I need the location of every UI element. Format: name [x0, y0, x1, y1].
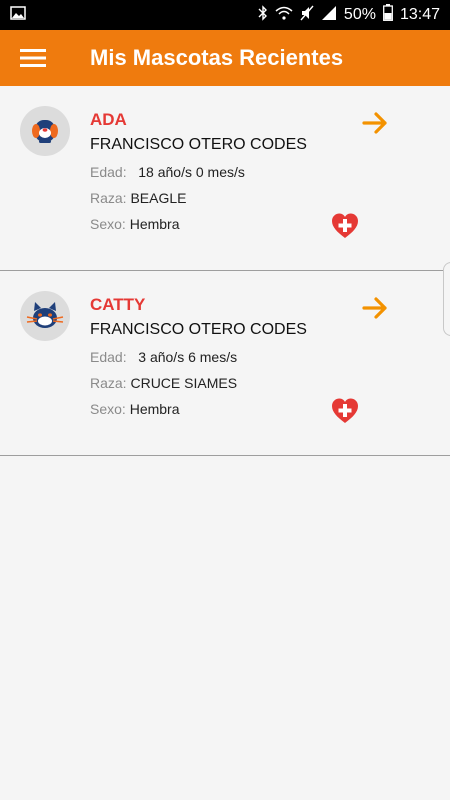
owner-name: FRANCISCO OTERO CODES — [90, 136, 307, 153]
age-row: Edad: 3 año/s 6 mes/s — [90, 349, 237, 365]
arrow-right-icon[interactable] — [362, 110, 390, 136]
clock: 13:47 — [399, 6, 440, 23]
status-bar: 50% 13:47 — [0, 0, 450, 30]
owner-name: FRANCISCO OTERO CODES — [90, 321, 307, 338]
breed-value: BEAGLE — [130, 190, 187, 206]
wifi-icon — [275, 6, 293, 25]
dog-icon — [20, 106, 70, 156]
sex-label: Sexo: — [90, 401, 126, 417]
health-heart-icon[interactable] — [331, 397, 359, 425]
bluetooth-icon — [258, 4, 268, 26]
pet-card[interactable]: ADA FRANCISCO OTERO CODES Edad: 18 año/s… — [0, 86, 450, 271]
sex-row: Sexo: Hembra — [90, 216, 180, 232]
sex-row: Sexo: Hembra — [90, 401, 180, 417]
breed-label: Raza: — [90, 375, 127, 391]
sex-value: Hembra — [129, 216, 180, 232]
age-row: Edad: 18 año/s 0 mes/s — [90, 164, 245, 180]
signal-icon — [321, 5, 337, 26]
app-bar: Mis Mascotas Recientes — [0, 30, 450, 86]
breed-value: CRUCE SIAMES — [130, 375, 238, 391]
scroll-handle[interactable] — [443, 262, 450, 336]
age-label: Edad: — [90, 164, 127, 180]
health-heart-icon[interactable] — [331, 212, 359, 240]
sex-label: Sexo: — [90, 216, 126, 232]
age-label: Edad: — [90, 349, 127, 365]
arrow-right-icon[interactable] — [362, 295, 390, 321]
pet-card[interactable]: CATTY FRANCISCO OTERO CODES Edad: 3 año/… — [0, 271, 450, 456]
battery-percent: 50% — [343, 6, 376, 23]
cat-icon — [20, 291, 70, 341]
pet-name: ADA — [90, 110, 127, 129]
pet-name: CATTY — [90, 295, 146, 314]
age-value: 3 año/s 6 mes/s — [138, 349, 238, 365]
pet-list: ADA FRANCISCO OTERO CODES Edad: 18 año/s… — [0, 86, 450, 456]
breed-row: Raza: BEAGLE — [90, 190, 187, 206]
page-title: Mis Mascotas Recientes — [90, 45, 344, 70]
hamburger-menu-icon[interactable] — [0, 30, 66, 86]
breed-label: Raza: — [90, 190, 127, 206]
image-icon — [10, 5, 26, 25]
sex-value: Hembra — [129, 401, 180, 417]
mute-icon — [300, 5, 314, 26]
age-value: 18 año/s 0 mes/s — [138, 164, 245, 180]
battery-icon — [383, 4, 393, 26]
breed-row: Raza: CRUCE SIAMES — [90, 375, 237, 391]
